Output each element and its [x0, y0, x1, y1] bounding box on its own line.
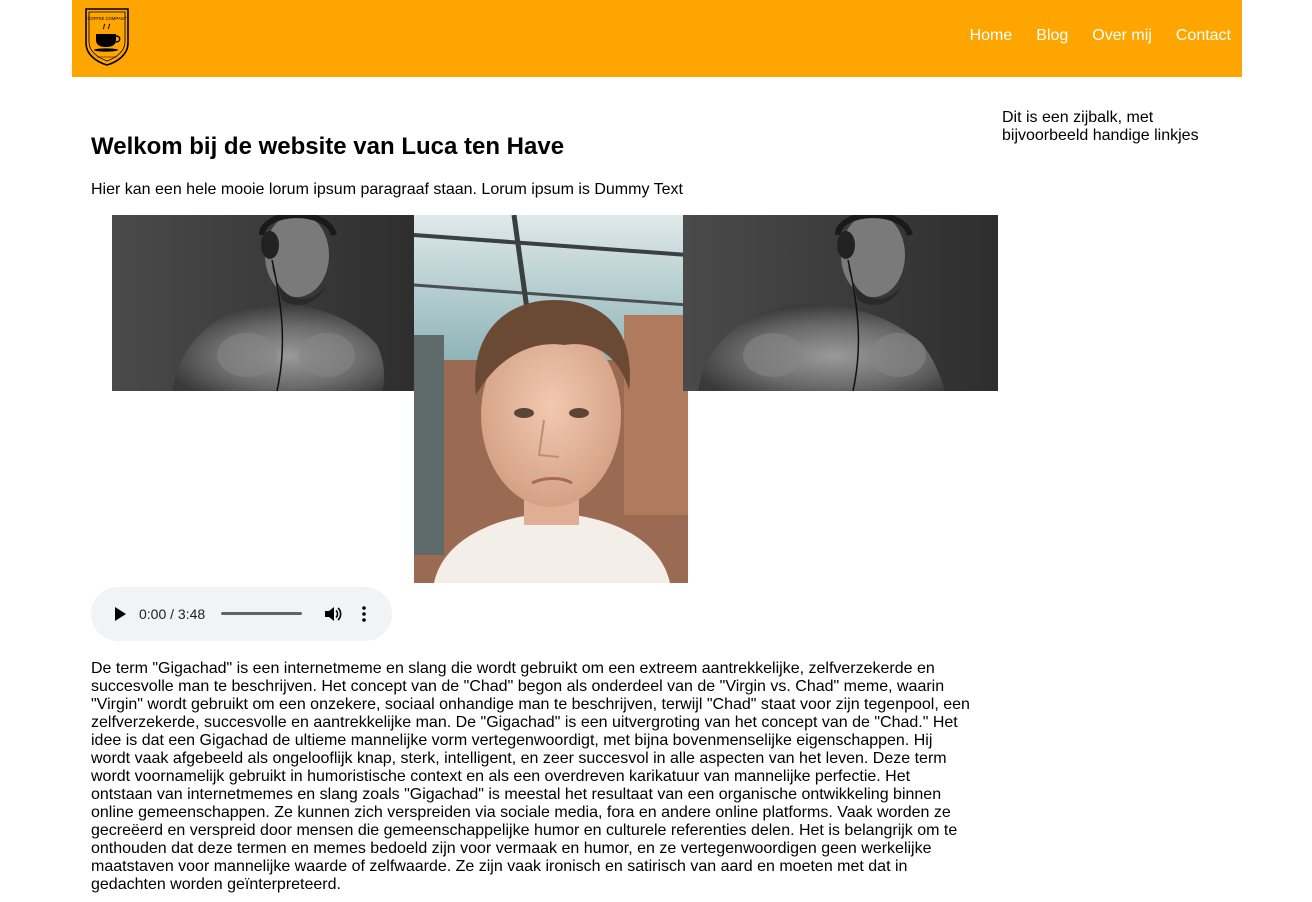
- site-header: COFFEE COMPANY Home Blog Over mij Contac…: [72, 0, 1242, 77]
- gigachad-image-left: [112, 215, 414, 391]
- audio-player[interactable]: 0:00 / 3:48: [91, 587, 392, 641]
- intro-paragraph: Hier kan een hele mooie lorum ipsum para…: [91, 181, 683, 198]
- gigachad-image-right: [683, 215, 998, 391]
- audio-seek-bar[interactable]: [221, 611, 302, 616]
- nav-blog-link[interactable]: Blog: [1036, 26, 1068, 46]
- logo-text: COFFEE COMPANY: [87, 16, 126, 21]
- main-nav: Home Blog Over mij Contact: [970, 26, 1231, 46]
- nav-contact-link[interactable]: Contact: [1176, 26, 1231, 46]
- nav-home-link[interactable]: Home: [970, 26, 1013, 46]
- play-icon[interactable]: [111, 605, 129, 623]
- selfie-image: [414, 215, 688, 583]
- nav-over-mij-link[interactable]: Over mij: [1092, 26, 1152, 46]
- more-options-icon[interactable]: [357, 604, 371, 624]
- sidebar-text: Dit is een zijbalk, met bijvoorbeeld han…: [1002, 109, 1199, 144]
- volume-icon[interactable]: [323, 604, 343, 624]
- page-title: Welkom bij de website van Luca ten Have: [91, 133, 565, 160]
- audio-time: 0:00 / 3:48: [139, 606, 206, 622]
- coffee-company-logo[interactable]: COFFEE COMPANY: [83, 7, 131, 67]
- gigachad-paragraph: De term "Gigachad" is een internetmeme e…: [91, 660, 970, 893]
